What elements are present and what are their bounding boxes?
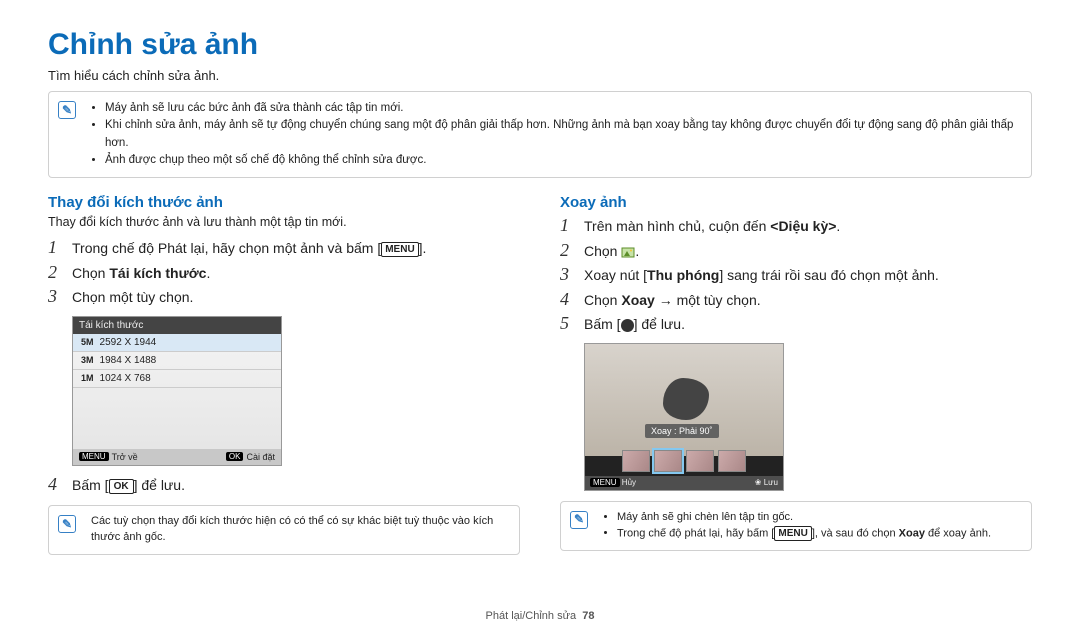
rotate-note-2: Trong chế độ phát lại, hãy bấm [MENU], v… [617, 526, 1021, 542]
menu-badge: MENU [590, 478, 620, 487]
page-intro: Tìm hiểu cách chỉnh sửa ảnh. [48, 68, 1032, 83]
magic-mode-icon [621, 245, 635, 259]
rotate-step-4: Chọn Xoay → một tùy chọn. [584, 289, 761, 311]
resize-step-4: Bấm [OK] để lưu. [72, 474, 185, 496]
rotate-thumbnails [585, 450, 783, 478]
section-resize: Thay đổi kích thước ảnh Thay đổi kích th… [48, 194, 520, 555]
ok-badge: OK [226, 452, 244, 461]
resize-heading: Thay đổi kích thước ảnh [48, 194, 520, 211]
menu-button-label: MENU [774, 526, 811, 541]
resize-sub: Thay đổi kích thước ảnh và lưu thành một… [48, 215, 520, 229]
page-footer: Phát lại/Chỉnh sửa 78 [0, 610, 1080, 622]
save-flower-icon [621, 319, 634, 332]
resize-step-1: Trong chế độ Phát lại, hãy chọn một ảnh … [72, 237, 426, 259]
resize-panel-title: Tái kích thước [73, 317, 281, 334]
resize-note: ✎ Các tuỳ chọn thay đổi kích thước hiện … [48, 505, 520, 555]
resize-step-3: Chọn một tùy chọn. [72, 286, 193, 308]
rotate-step-1: Trên màn hình chủ, cuộn đến <Diệu kỳ>. [584, 215, 840, 237]
section-rotate: Xoay ảnh 1 Trên màn hình chủ, cuộn đến <… [560, 194, 1032, 555]
top-note-2: Khi chỉnh sửa ảnh, máy ảnh sẽ tự động ch… [105, 117, 1021, 152]
top-note-box: ✎ Máy ảnh sẽ lưu các bức ảnh đã sửa thàn… [48, 91, 1032, 178]
top-note-3: Ảnh được chụp theo một số chế độ không t… [105, 152, 1021, 169]
top-note-1: Máy ảnh sẽ lưu các bức ảnh đã sửa thành … [105, 100, 1021, 117]
ok-button-label: OK [109, 479, 134, 494]
resize-option-1m: 1M1024 X 768 [73, 370, 281, 388]
rotate-step-3: Xoay nút [Thu phóng] sang trái rồi sau đ… [584, 264, 939, 286]
resize-option-5m: 5M2592 X 1944 [73, 334, 281, 352]
rotate-heading: Xoay ảnh [560, 194, 1032, 211]
rotate-note-1: Máy ảnh sẽ ghi chèn lên tập tin gốc. [617, 510, 1021, 526]
note-icon: ✎ [58, 515, 76, 533]
menu-button-label: MENU [381, 242, 418, 257]
resize-step-2: Chọn Tái kích thước. [72, 262, 210, 284]
resize-option-3m: 3M1984 X 1488 [73, 352, 281, 370]
rotate-note: ✎ Máy ảnh sẽ ghi chèn lên tập tin gốc. T… [560, 501, 1032, 551]
note-icon: ✎ [570, 511, 588, 529]
rotate-panel-preview: Xoay : Phải 90˚ MENU Hủy ❀ Lưu [584, 343, 784, 491]
rotate-step-5: Bấm [] để lưu. [584, 313, 685, 335]
menu-badge: MENU [79, 452, 109, 461]
note-icon: ✎ [58, 101, 76, 119]
page-title: Chỉnh sửa ảnh [48, 28, 1032, 62]
rotate-step-2: Chọn . [584, 240, 639, 262]
rotate-tooltip: Xoay : Phải 90˚ [645, 424, 719, 438]
resize-panel-preview: Tái kích thước 5M2592 X 1944 3M1984 X 14… [72, 316, 282, 466]
